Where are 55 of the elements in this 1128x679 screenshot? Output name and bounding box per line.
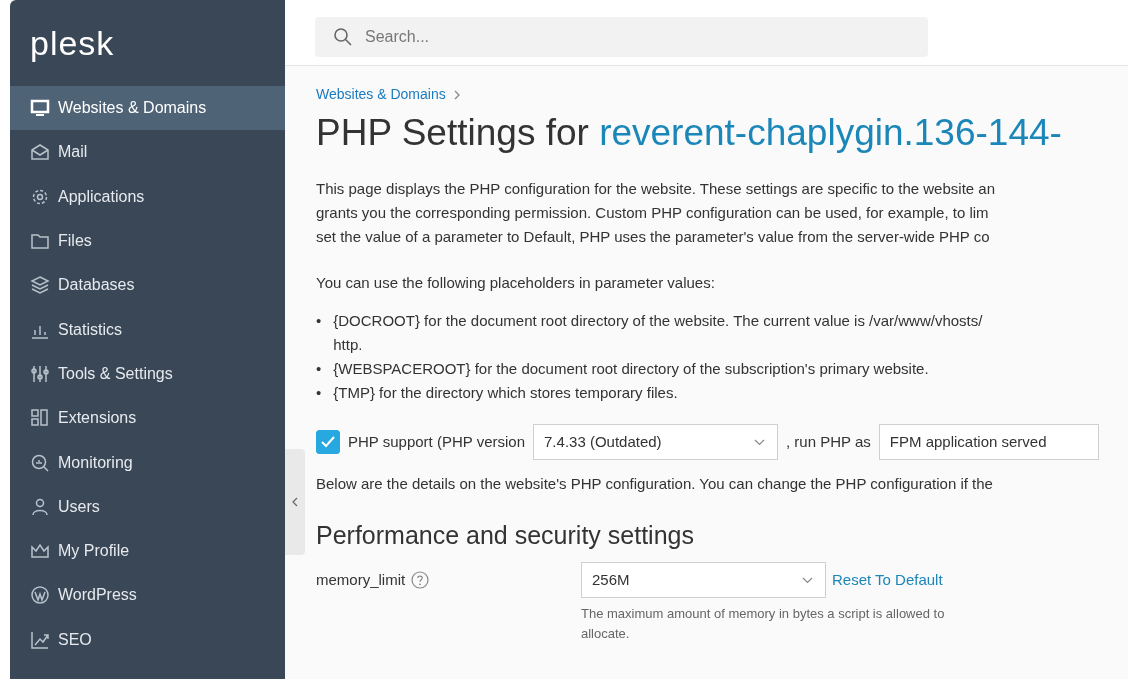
php-support-label: PHP support (PHP version bbox=[348, 432, 526, 453]
layers-icon bbox=[30, 275, 50, 296]
folder-icon bbox=[30, 231, 50, 252]
domain-link[interactable]: reverent-chaplygin.136-144- bbox=[599, 112, 1062, 153]
sidebar-item[interactable]: Files bbox=[10, 218, 285, 264]
section-title: Performance and security settings bbox=[316, 520, 695, 551]
php-support-checkbox[interactable] bbox=[316, 430, 340, 455]
sidebar-item[interactable]: Extensions bbox=[10, 396, 285, 441]
placeholders-intro: You can use the following placeholders in parameter values: bbox=[316, 273, 716, 294]
placeholder-item: {WEBSPACEROOT} for the document root directory of the subscription's primary website. bbox=[333, 359, 929, 380]
monitor-icon bbox=[30, 98, 50, 119]
description-text: grants you the corresponding permission. Custom PHP configuration can be used, for example, to lim bbox=[316, 203, 990, 224]
reset-link[interactable]: Reset To Default bbox=[832, 569, 943, 592]
value-select[interactable]: 256M bbox=[581, 562, 826, 599]
description-text: set the value of a parameter to Default, PHP uses the parameter's value from the server-wide PHP co bbox=[316, 227, 991, 248]
chevron-down-icon bbox=[754, 438, 766, 446]
sidebar-item[interactable]: Mail bbox=[10, 130, 285, 175]
sidebar-item[interactable]: My Profile bbox=[10, 528, 285, 574]
chevron-down-icon bbox=[802, 576, 813, 584]
envelope-icon bbox=[30, 142, 50, 163]
sidebar-item[interactable]: SEO bbox=[10, 617, 285, 662]
blocks-icon bbox=[30, 408, 50, 429]
bullet: • bbox=[316, 383, 322, 404]
sliders-icon bbox=[30, 363, 50, 384]
page-title: PHP Settings for bbox=[316, 112, 590, 153]
hint-text: The maximum amount of memory in bytes a script is allowed to allocate. bbox=[581, 605, 946, 644]
sidebar-item[interactable]: Statistics bbox=[10, 307, 285, 352]
collapse-handle[interactable] bbox=[285, 449, 305, 555]
sidebar-item[interactable]: Applications bbox=[10, 174, 285, 219]
search-field[interactable]: Search... bbox=[315, 17, 928, 57]
bullet: • bbox=[316, 311, 322, 332]
details-text: Below are the details on the website's PHP configuration. You can change the PHP configuration if the bbox=[316, 474, 994, 495]
php-version-select[interactable]: 7.4.33 (Outdated) bbox=[533, 424, 779, 461]
sidebar-item[interactable]: Websites & Domains bbox=[10, 86, 285, 131]
logo: plesk bbox=[30, 26, 115, 60]
chevron-icon bbox=[453, 89, 461, 100]
placeholder-item: {TMP} for the directory which stores temporary files. bbox=[333, 383, 678, 404]
breadcrumb-link[interactable]: Websites & Domains bbox=[316, 84, 446, 105]
bullet: • bbox=[316, 359, 322, 380]
run-php-label: , run PHP as bbox=[786, 432, 871, 453]
php-handler-select[interactable]: FPM application served bbox=[878, 424, 1099, 461]
setting-name: memory_limit bbox=[316, 570, 406, 591]
sidebar-item[interactable]: Users bbox=[10, 484, 285, 529]
sidebar-item[interactable]: Monitoring bbox=[10, 440, 285, 485]
sidebar-item[interactable]: Tools & Settings bbox=[10, 351, 285, 397]
magnifier-icon bbox=[30, 452, 50, 473]
sidebar-item[interactable]: WordPress bbox=[10, 573, 285, 618]
wordpress-icon bbox=[30, 585, 50, 606]
check-icon bbox=[320, 435, 336, 450]
user-icon bbox=[30, 496, 50, 517]
trend-chart-icon bbox=[30, 629, 50, 650]
description-text: This page displays the PHP configuration for the website. These settings are specific to the website an bbox=[316, 179, 996, 200]
sidebar-item[interactable]: Databases bbox=[10, 263, 285, 308]
placeholder-item: {DOCROOT} for the document root directory of the website. The current value is /var/www/vhosts/ http. bbox=[333, 311, 983, 356]
help-icon[interactable] bbox=[411, 571, 430, 590]
